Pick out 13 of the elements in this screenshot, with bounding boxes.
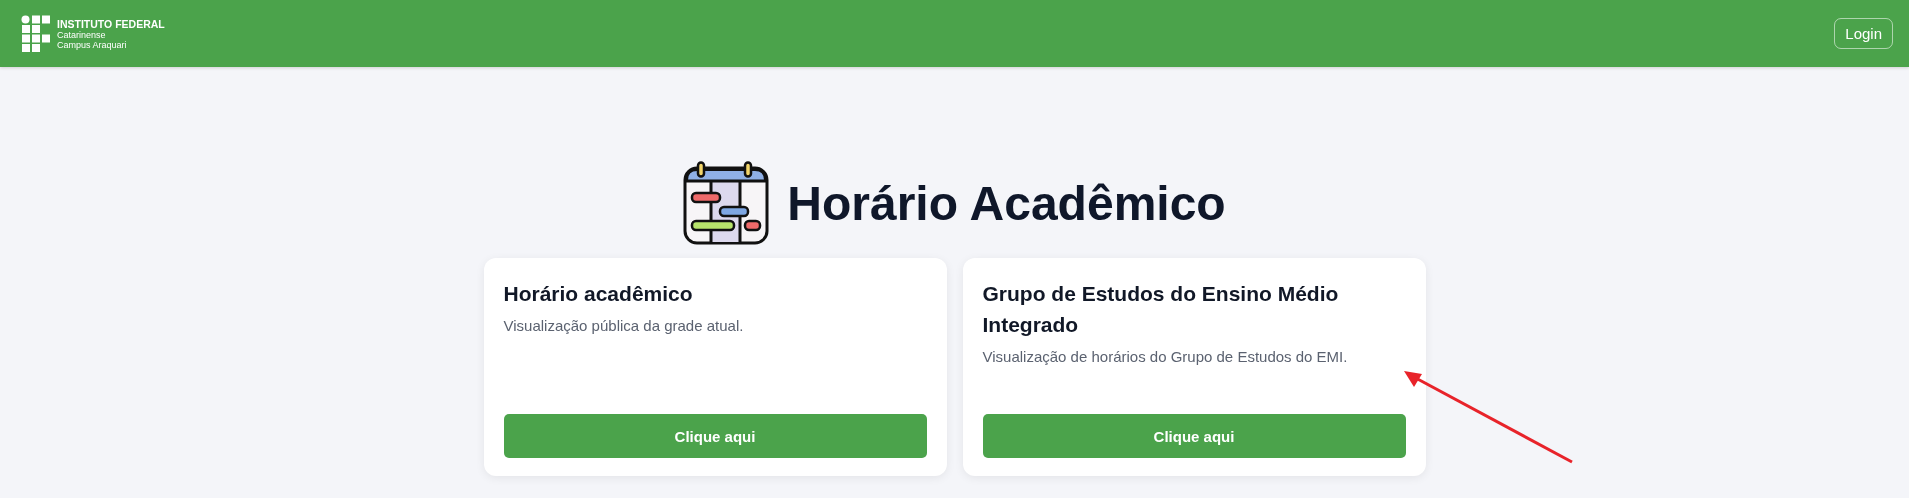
logo-subtitle: Catarinense [57,29,107,40]
card-title: Horário acadêmico [503,281,694,307]
card-button[interactable]: Clique aqui [982,414,1406,458]
logo-title: INSTITUTO FEDERAL [57,17,165,30]
card-description: Visualização de horários do Grupo de Estudos do EMI. [982,347,1349,367]
login-button[interactable]: Login [1834,18,1893,49]
calendar-icon [683,161,770,245]
card-button[interactable]: Clique aqui [503,414,927,458]
logo-icon [21,15,51,52]
card-title: Grupo de Estudos do Ensino Médio Integrado [982,281,1340,338]
card-description: Visualização pública da grade atual. [503,316,745,336]
page-title: Horário Acadêmico [787,175,1226,231]
logo-subtitle: Campus Araquari [57,39,128,50]
